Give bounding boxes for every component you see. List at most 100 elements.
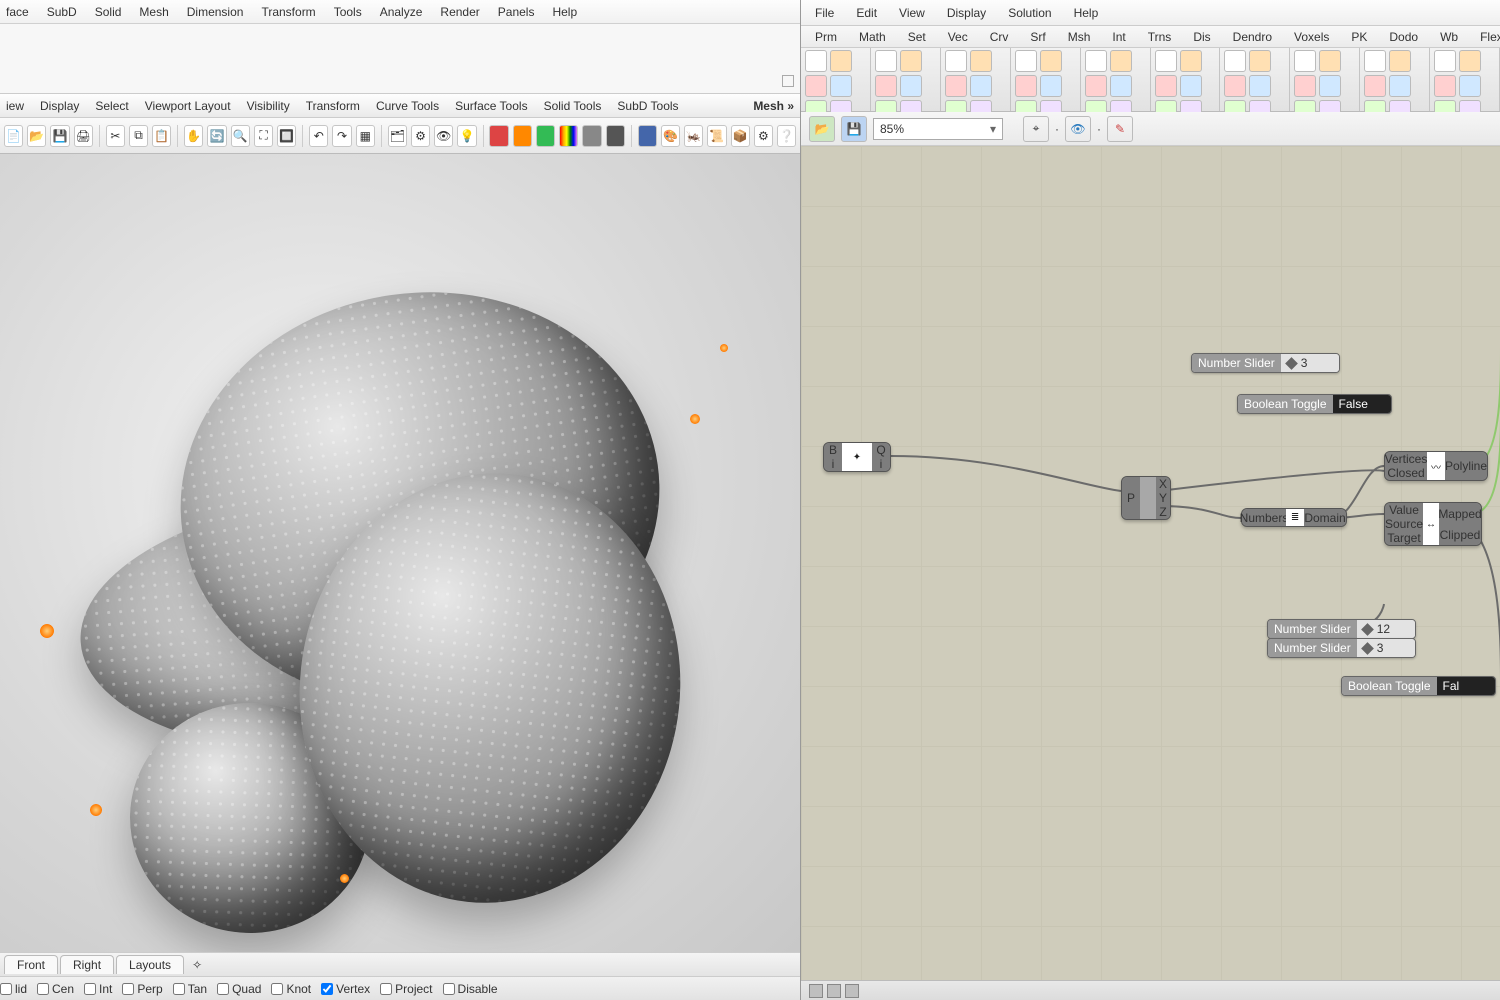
ribbon-button[interactable] bbox=[1294, 50, 1316, 72]
ribbon-button[interactable] bbox=[1224, 75, 1246, 97]
perspective-viewport[interactable] bbox=[0, 154, 800, 952]
ribbon-button[interactable] bbox=[1319, 75, 1341, 97]
slider-track[interactable]: 12 bbox=[1357, 620, 1415, 638]
menu-face[interactable]: face bbox=[6, 5, 29, 19]
tab-mesh-more[interactable]: Mesh » bbox=[753, 99, 794, 113]
ribbon-button[interactable] bbox=[1155, 50, 1177, 72]
ribbon-button[interactable] bbox=[900, 50, 922, 72]
redo-icon[interactable]: ↷ bbox=[332, 125, 351, 147]
ribbon-button[interactable] bbox=[1249, 75, 1271, 97]
menu-subd[interactable]: SubD bbox=[47, 5, 77, 19]
ribbon-button[interactable] bbox=[1110, 50, 1132, 72]
gh-menu-help[interactable]: Help bbox=[1074, 6, 1099, 20]
save-file-icon[interactable]: 💾 bbox=[841, 116, 867, 142]
cat-crv[interactable]: Crv bbox=[986, 29, 1013, 45]
menu-tools[interactable]: Tools bbox=[334, 5, 362, 19]
osnap-checkbox[interactable] bbox=[173, 983, 185, 995]
cat-flex[interactable]: Flex bbox=[1476, 29, 1500, 45]
osnap-disable[interactable]: Disable bbox=[443, 982, 498, 996]
cat-trns[interactable]: Trns bbox=[1144, 29, 1176, 45]
ribbon-button[interactable] bbox=[1434, 50, 1456, 72]
box-icon[interactable]: 📦 bbox=[731, 125, 750, 147]
ribbon-button[interactable] bbox=[945, 75, 967, 97]
menu-render[interactable]: Render bbox=[440, 5, 479, 19]
zoom-window-icon[interactable]: 🔲 bbox=[277, 125, 296, 147]
ribbon-button[interactable] bbox=[1249, 50, 1271, 72]
osnap-quad[interactable]: Quad bbox=[217, 982, 261, 996]
sketch-icon[interactable]: ✎ bbox=[1107, 116, 1133, 142]
paste-icon[interactable]: 📋 bbox=[152, 125, 171, 147]
ribbon-button[interactable] bbox=[970, 50, 992, 72]
tab-surface-tools[interactable]: Surface Tools bbox=[455, 99, 528, 113]
cat-prm[interactable]: Prm bbox=[811, 29, 841, 45]
gh-menu-view[interactable]: View bbox=[899, 6, 925, 20]
ribbon-button[interactable] bbox=[1085, 50, 1107, 72]
ribbon-button[interactable] bbox=[1180, 75, 1202, 97]
menu-transform[interactable]: Transform bbox=[261, 5, 315, 19]
tab-subd-tools[interactable]: SubD Tools bbox=[617, 99, 678, 113]
cat-vec[interactable]: Vec bbox=[944, 29, 972, 45]
ribbon-button[interactable] bbox=[1459, 50, 1481, 72]
node-polyline[interactable]: VerticesClosed 〰 Polyline bbox=[1384, 451, 1488, 481]
dark-sphere-icon[interactable] bbox=[606, 125, 625, 147]
help-icon[interactable]: ❔ bbox=[777, 125, 796, 147]
print-icon[interactable]: 🖨 bbox=[74, 125, 93, 147]
zoom-icon[interactable]: 🔍 bbox=[231, 125, 250, 147]
options-icon[interactable]: ⚙ bbox=[754, 125, 773, 147]
open-file-icon[interactable]: 📂 bbox=[809, 116, 835, 142]
show-icon[interactable]: 💡 bbox=[457, 125, 476, 147]
osnap-checkbox[interactable] bbox=[122, 983, 134, 995]
node-bounds[interactable]: Numbers ≣ Domain bbox=[1241, 508, 1347, 527]
tab-view[interactable]: iew bbox=[6, 99, 24, 113]
boolean-toggle[interactable]: Boolean Toggle Fal bbox=[1341, 676, 1496, 696]
osnap-cen[interactable]: Cen bbox=[37, 982, 74, 996]
ribbon-button[interactable] bbox=[1459, 75, 1481, 97]
ribbon-button[interactable] bbox=[1389, 50, 1411, 72]
menu-dimension[interactable]: Dimension bbox=[187, 5, 244, 19]
ribbon-button[interactable] bbox=[1040, 50, 1062, 72]
cat-pk[interactable]: PK bbox=[1347, 29, 1371, 45]
gh-menu-edit[interactable]: Edit bbox=[856, 6, 877, 20]
ribbon-button[interactable] bbox=[1294, 75, 1316, 97]
status-box-icon[interactable] bbox=[809, 984, 823, 998]
status-box-icon[interactable] bbox=[827, 984, 841, 998]
number-slider[interactable]: Number Slider 3 bbox=[1191, 353, 1340, 373]
gh-canvas[interactable]: Bi ✦ Qi P XYZ Numbers ≣ Domain VerticesC… bbox=[801, 146, 1500, 980]
ribbon-button[interactable] bbox=[945, 50, 967, 72]
cat-dis[interactable]: Dis bbox=[1189, 29, 1214, 45]
ribbon-button[interactable] bbox=[1110, 75, 1132, 97]
properties-icon[interactable]: ⚙ bbox=[411, 125, 430, 147]
ribbon-button[interactable] bbox=[1015, 50, 1037, 72]
tab-select[interactable]: Select bbox=[95, 99, 128, 113]
viewtab-layouts[interactable]: Layouts bbox=[116, 955, 184, 974]
open-icon[interactable]: 📂 bbox=[27, 125, 46, 147]
osnap-checkbox[interactable] bbox=[321, 983, 333, 995]
viewtab-right[interactable]: Right bbox=[60, 955, 114, 974]
osnap-checkbox[interactable] bbox=[217, 983, 229, 995]
ribbon-button[interactable] bbox=[875, 50, 897, 72]
cat-int[interactable]: Int bbox=[1108, 29, 1129, 45]
ribbon-button[interactable] bbox=[900, 75, 922, 97]
new-icon[interactable]: 📄 bbox=[4, 125, 23, 147]
cat-srf[interactable]: Srf bbox=[1026, 29, 1049, 45]
toggle-value[interactable]: Fal bbox=[1437, 677, 1495, 695]
osnap-checkbox[interactable] bbox=[443, 983, 455, 995]
rainbow-icon[interactable] bbox=[559, 125, 578, 147]
status-box-icon[interactable] bbox=[845, 984, 859, 998]
ribbon-button[interactable] bbox=[1364, 75, 1386, 97]
tab-viewport-layout[interactable]: Viewport Layout bbox=[145, 99, 231, 113]
osnap-checkbox[interactable] bbox=[37, 983, 49, 995]
ribbon-button[interactable] bbox=[1040, 75, 1062, 97]
ribbon-button[interactable] bbox=[830, 50, 852, 72]
undo-icon[interactable]: ↶ bbox=[309, 125, 328, 147]
menu-help[interactable]: Help bbox=[552, 5, 577, 19]
cut-icon[interactable]: ✂ bbox=[106, 125, 125, 147]
four-view-icon[interactable]: ▦ bbox=[356, 125, 375, 147]
node-deconstruct-point[interactable]: P XYZ bbox=[1121, 476, 1171, 520]
menu-mesh[interactable]: Mesh bbox=[139, 5, 168, 19]
ribbon-button[interactable] bbox=[1364, 50, 1386, 72]
node-quad[interactable]: Bi ✦ Qi bbox=[823, 442, 891, 472]
osnap-checkbox[interactable] bbox=[84, 983, 96, 995]
number-slider[interactable]: Number Slider 12 bbox=[1267, 619, 1416, 639]
osnap-checkbox[interactable] bbox=[0, 983, 12, 995]
